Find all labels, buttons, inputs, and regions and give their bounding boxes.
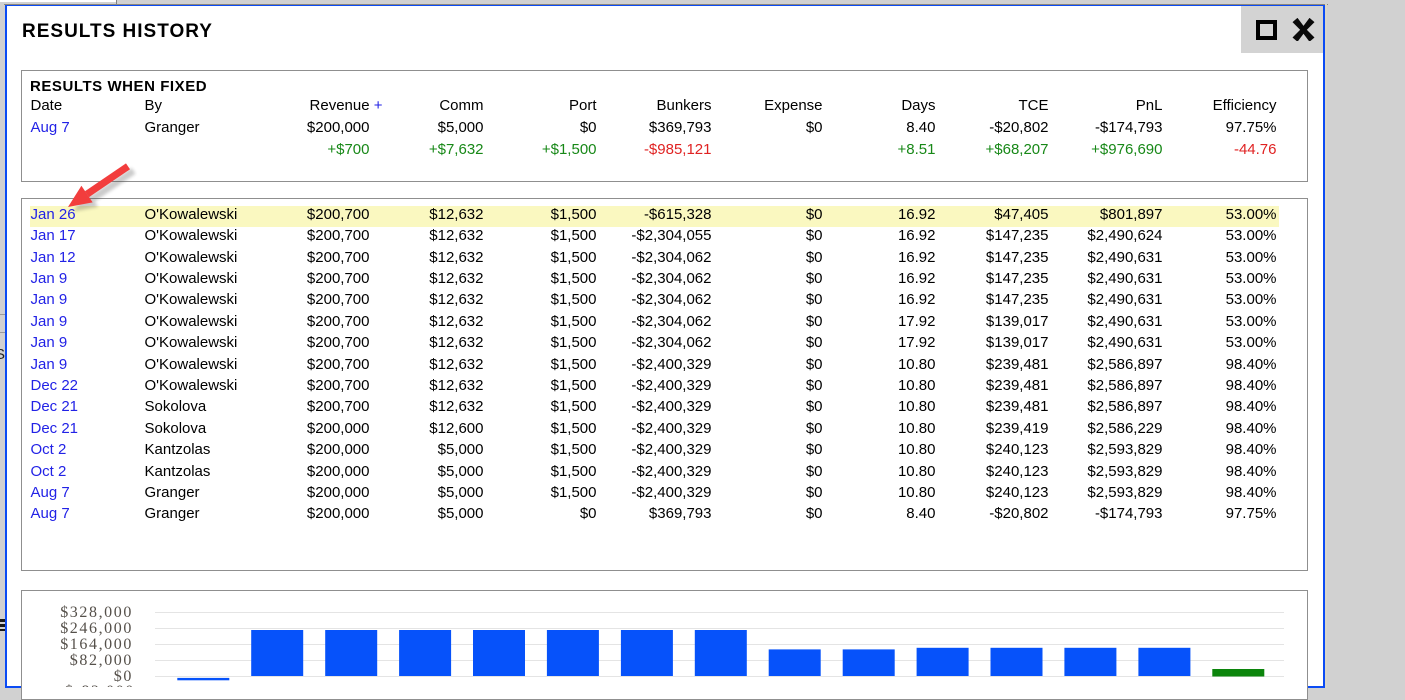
svg-text:$164,000: $164,000 — [60, 636, 133, 653]
svg-text:$246,000: $246,000 — [60, 620, 133, 637]
svg-text:$82,000: $82,000 — [70, 652, 133, 669]
svg-text:$328,000: $328,000 — [60, 604, 133, 621]
svg-text:$-82,000: $-82,000 — [65, 683, 135, 687]
